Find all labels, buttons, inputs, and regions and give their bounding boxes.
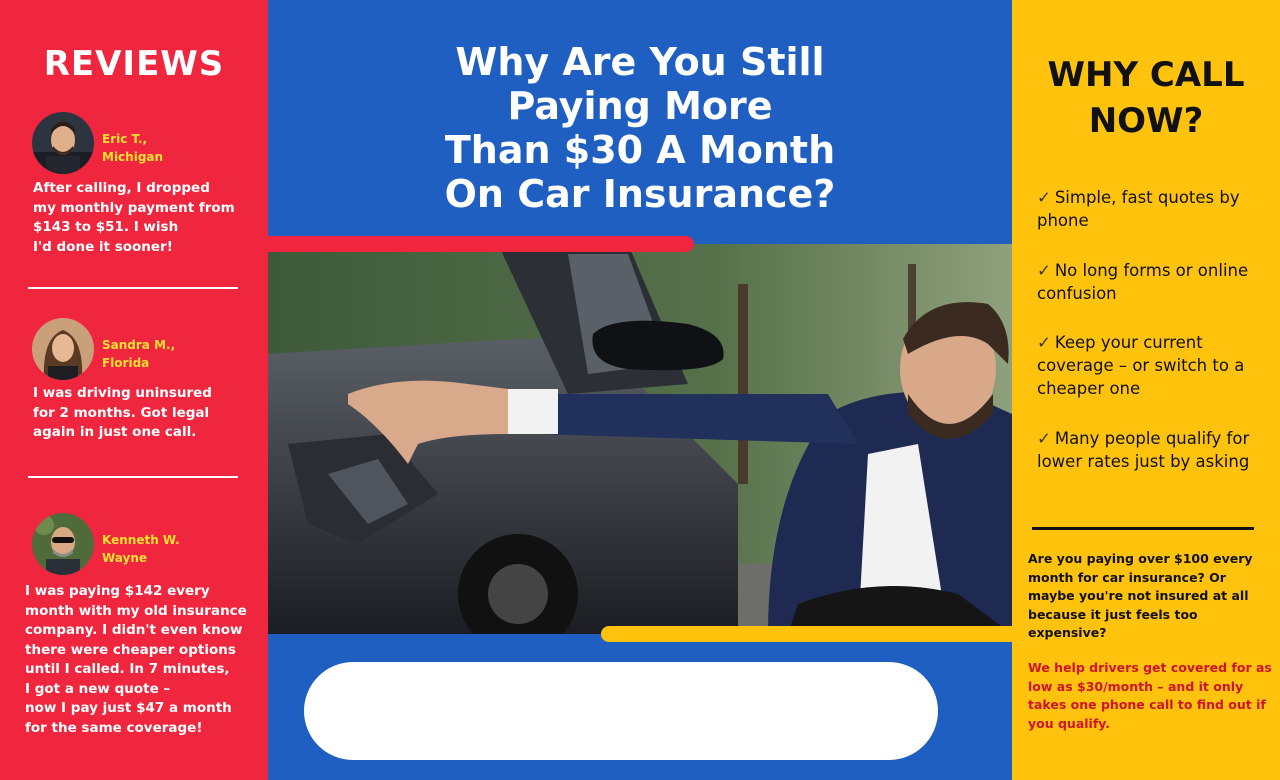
help-text: We help drivers get covered for as low a…	[1028, 660, 1272, 731]
benefit-text: No long forms or online confusion	[1037, 261, 1249, 303]
avatar	[32, 112, 94, 174]
reviews-title: REVIEWS	[43, 44, 225, 84]
call-button[interactable]	[304, 662, 938, 760]
avatar	[32, 318, 94, 380]
avatar	[32, 513, 94, 575]
benefit-text: Simple, fast quotes by phone	[1037, 188, 1240, 230]
why-panel: WHY CALL NOW? ✓ Simple, fast quotes by ph…	[1012, 0, 1280, 780]
review-text: I was driving uninsured for 2 months. Go…	[33, 385, 212, 440]
review-author: Eric T., Michigan	[102, 132, 164, 164]
benefit-item: ✓ No long forms or online confusion	[1037, 259, 1275, 305]
section-divider	[1032, 527, 1254, 530]
check-icon: ✓	[1037, 261, 1051, 280]
headline: Why Are You Still Paying More Than $30 A…	[444, 40, 836, 216]
review-text: After calling, I dropped my monthly paym…	[33, 180, 235, 255]
check-icon: ✓	[1037, 333, 1051, 352]
benefit-text: Keep your current coverage – or switch t…	[1037, 333, 1245, 398]
red-accent-bar	[268, 236, 694, 252]
main-panel: Why Are You Still Paying More Than $30 A…	[268, 0, 1012, 780]
avatar-man-beard-icon	[32, 112, 94, 174]
check-icon: ✓	[1037, 429, 1051, 448]
damaged-car-photo-icon	[268, 244, 1012, 634]
avatar-man-sunglasses-icon	[32, 513, 94, 575]
reviews-panel: REVIEWS Eric T., Michigan After calling,…	[0, 0, 268, 780]
benefit-item: ✓ Simple, fast quotes by phone	[1037, 186, 1275, 232]
review-divider	[28, 476, 238, 478]
review-text: I was paying $142 every month with my ol…	[25, 583, 247, 736]
why-title: WHY CALL NOW?	[1047, 55, 1245, 141]
review-divider	[28, 287, 238, 289]
hero-photo	[268, 244, 1012, 634]
benefit-item: ✓ Many people qualify for lower rates jus…	[1037, 427, 1275, 473]
question-text: Are you paying over $100 every month for…	[1028, 551, 1253, 640]
benefit-item: ✓ Keep your current coverage – or switch …	[1037, 331, 1275, 400]
benefit-text: Many people qualify for lower rates just…	[1037, 429, 1250, 471]
review-author: Kenneth W. Wayne	[102, 533, 180, 565]
avatar-woman-icon	[32, 318, 94, 380]
yellow-accent-bar	[601, 626, 1012, 642]
check-icon: ✓	[1037, 188, 1051, 207]
review-author: Sandra M., Florida	[102, 338, 176, 370]
